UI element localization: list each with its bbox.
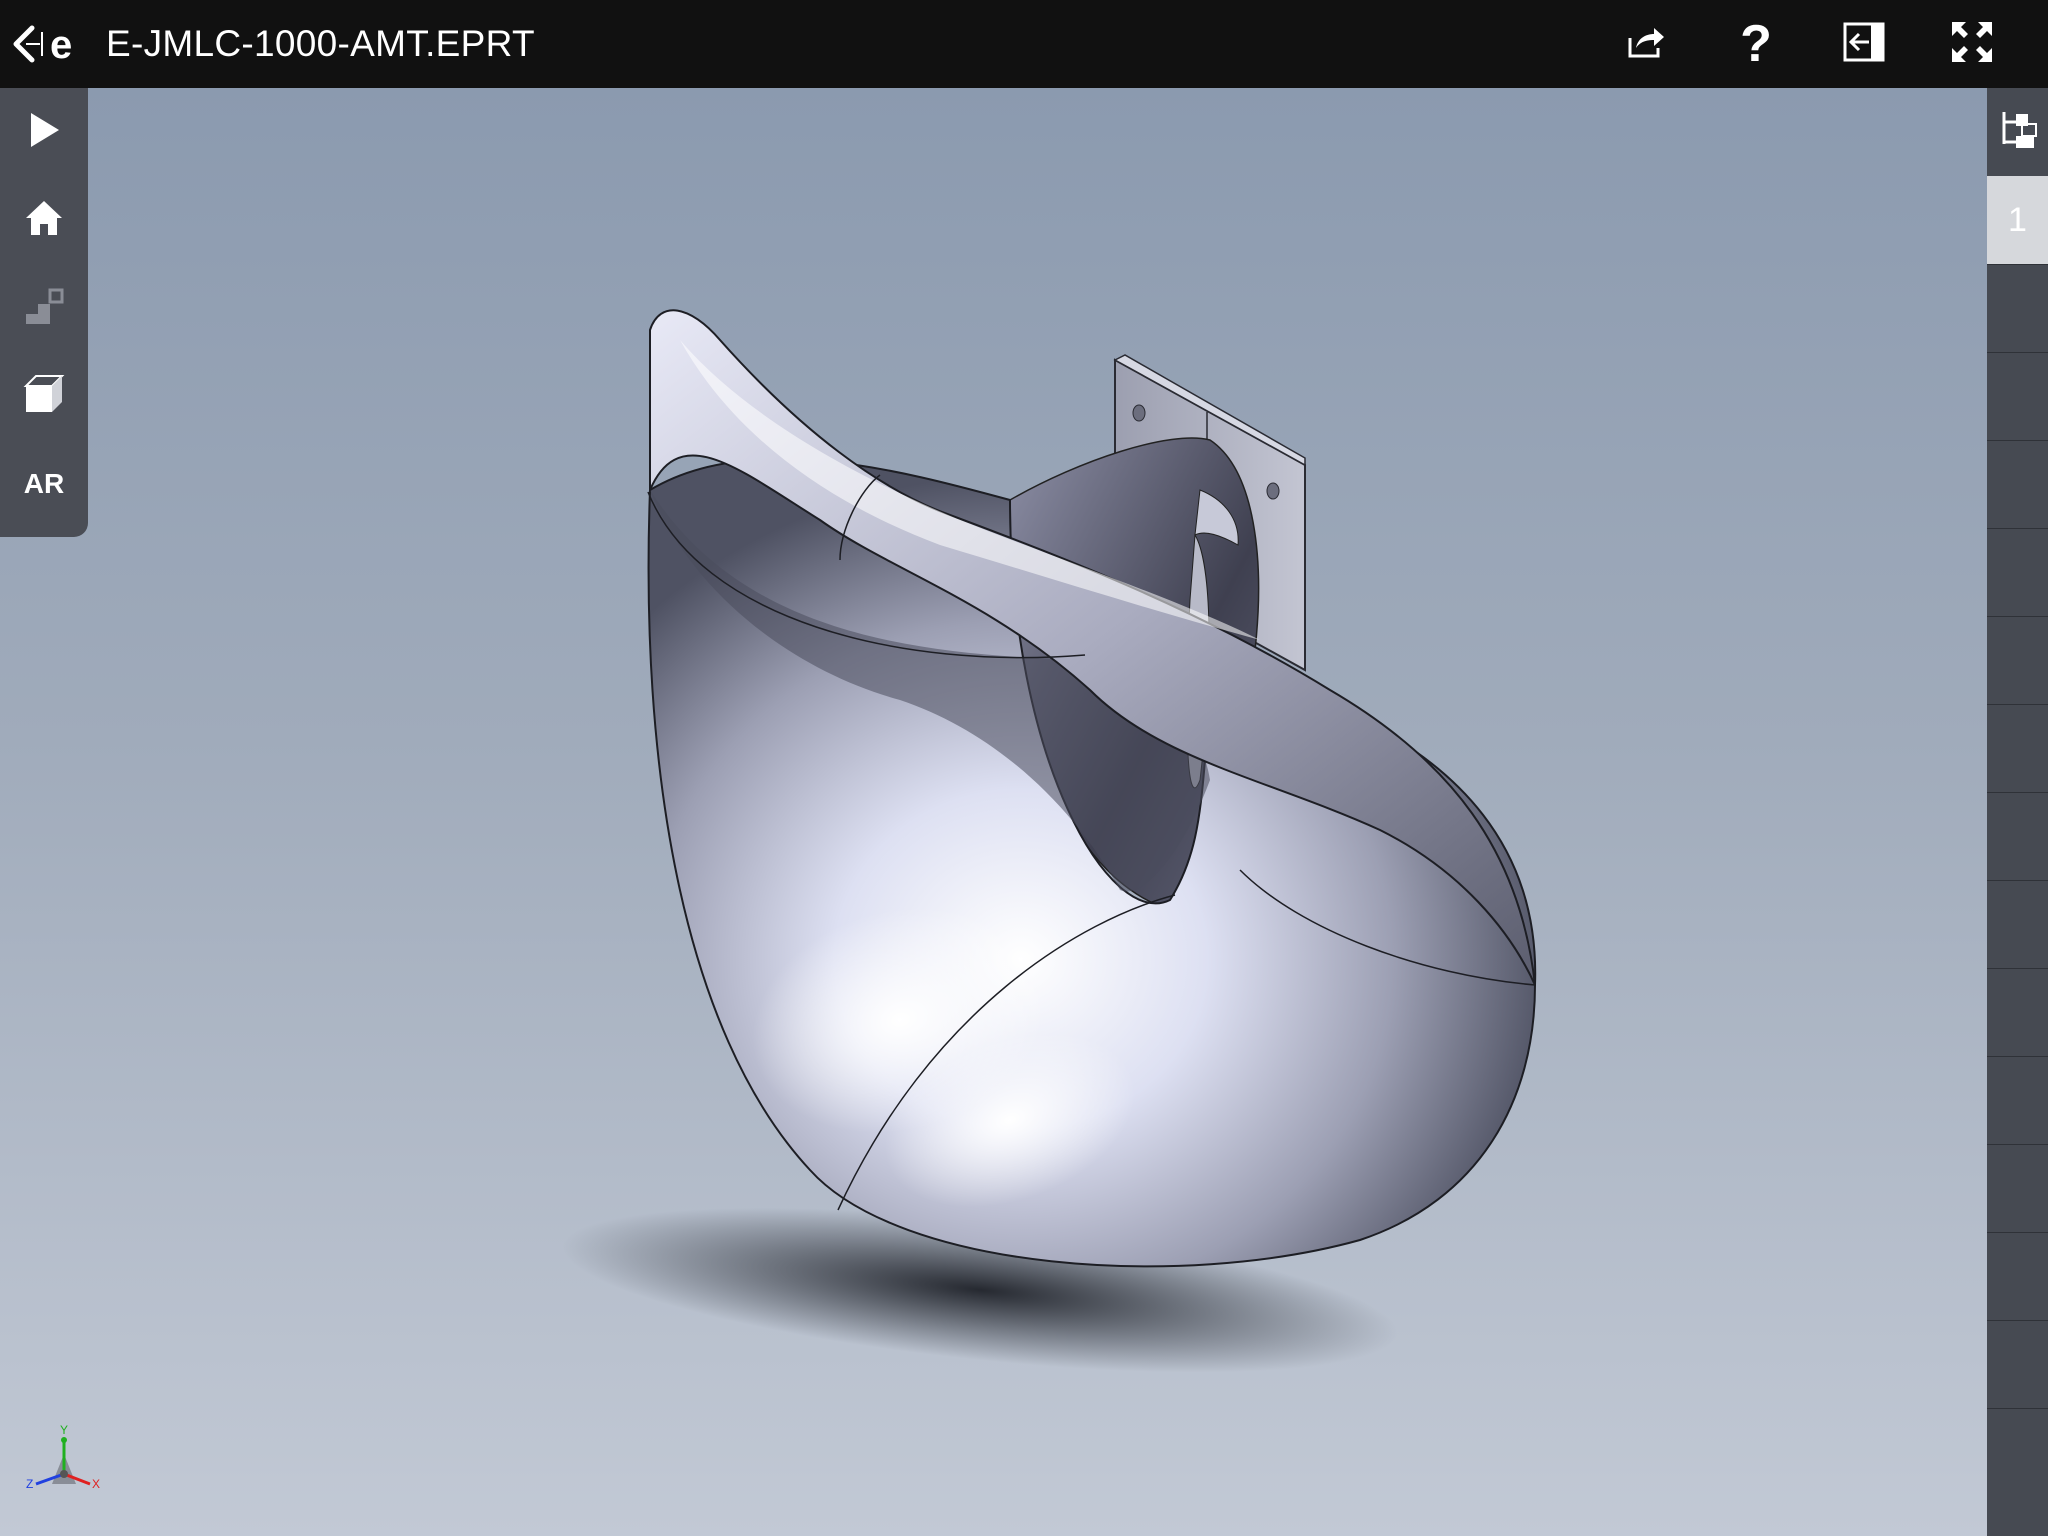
steps-icon xyxy=(24,286,64,331)
view-cube-icon xyxy=(22,372,66,421)
collapse-panel-button[interactable] xyxy=(1834,14,1894,74)
home-icon xyxy=(24,198,64,243)
steps-button[interactable] xyxy=(0,264,88,352)
svg-text:e: e xyxy=(50,23,72,66)
empty-slot xyxy=(1987,528,2048,615)
top-bar: e E-JMLC-1000-AMT.EPRT ? xyxy=(0,0,2048,88)
back-button[interactable]: e xyxy=(8,16,84,72)
empty-slot xyxy=(1987,440,2048,527)
empty-slot xyxy=(1987,1408,2048,1495)
triad-x-label: X xyxy=(92,1477,100,1491)
horn-model[interactable] xyxy=(0,88,1987,1536)
empty-slot xyxy=(1987,880,2048,967)
3d-viewport[interactable] xyxy=(0,88,1987,1536)
back-arrow-icon xyxy=(8,22,48,66)
empty-slot xyxy=(1987,1144,2048,1231)
help-button[interactable]: ? xyxy=(1726,14,1786,74)
share-button[interactable] xyxy=(1616,14,1676,74)
empty-slot xyxy=(1987,1320,2048,1407)
triad-y-label: Y xyxy=(60,1424,68,1437)
left-toolbar: AR xyxy=(0,88,88,537)
empty-slot xyxy=(1987,1056,2048,1143)
fullscreen-icon xyxy=(1950,20,1994,69)
triad-z-label: Z xyxy=(26,1477,33,1491)
empty-slot xyxy=(1987,704,2048,791)
empty-slot xyxy=(1987,1232,2048,1319)
home-button[interactable] xyxy=(0,176,88,264)
feature-tree-button[interactable] xyxy=(1987,88,2048,176)
coordinate-triad: Y X Z xyxy=(24,1423,104,1500)
fullscreen-button[interactable] xyxy=(1942,14,2002,74)
ar-label: AR xyxy=(23,468,65,499)
empty-slot xyxy=(1987,352,2048,439)
file-title: E-JMLC-1000-AMT.EPRT xyxy=(106,23,535,64)
ar-button[interactable]: AR xyxy=(0,440,88,528)
empty-slot xyxy=(1987,264,2048,351)
play-button[interactable] xyxy=(0,88,88,176)
empty-slot xyxy=(1987,968,2048,1055)
empty-slot xyxy=(1987,616,2048,703)
help-icon: ? xyxy=(1740,15,1772,73)
right-panel: 1 xyxy=(1987,88,2048,1536)
empty-slot xyxy=(1987,792,2048,879)
feature-tree-icon xyxy=(1998,108,2038,157)
edrawings-logo-icon: e xyxy=(48,22,84,66)
share-icon xyxy=(1626,24,1666,65)
collapse-panel-icon xyxy=(1843,22,1885,67)
tab-config-1[interactable]: 1 xyxy=(1987,176,2048,264)
play-icon xyxy=(27,111,61,154)
view-orientation-button[interactable] xyxy=(0,352,88,440)
